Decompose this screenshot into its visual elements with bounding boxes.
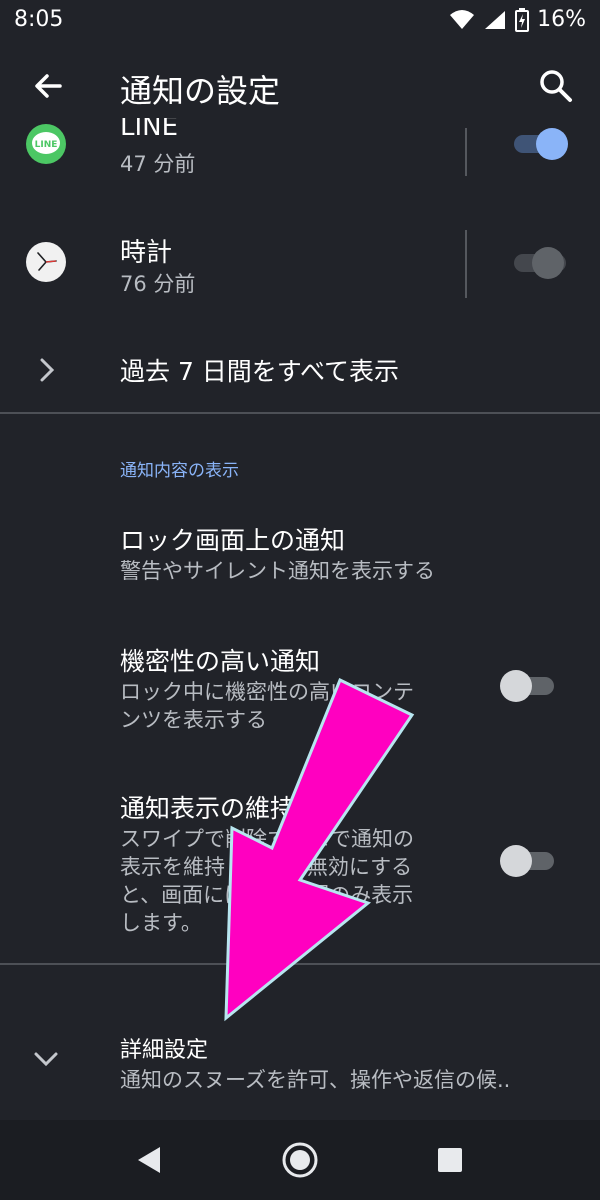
sensitive-notifications-pref[interactable]: 機密性の高い通知 ロック中に機密性の高いコンテ ンツを表示する bbox=[0, 630, 600, 740]
signal-icon bbox=[485, 10, 506, 29]
summary-line: と、画面には一定時間のみ表示 bbox=[120, 883, 414, 907]
pref-title: 詳細設定 bbox=[120, 1038, 209, 1063]
divider bbox=[0, 412, 600, 414]
navigation-bar bbox=[0, 1120, 600, 1200]
see-all-row[interactable]: 過去 7 日間をすべて表示 bbox=[0, 330, 600, 410]
page-title: 通知の設定 bbox=[120, 72, 281, 110]
sensitive-toggle-switch[interactable] bbox=[500, 670, 556, 702]
pref-summary: スワイプで削除するまで通知の 表示を維持します。無効にする と、画面には一定時間… bbox=[120, 825, 414, 937]
advanced-settings-row[interactable]: 詳細設定 通知のスヌーズを許可、操作や返信の候.. bbox=[0, 1020, 600, 1110]
keep-display-pref[interactable]: 通知表示の維持 スワイプで削除するまで通知の 表示を維持します。無効にする と、… bbox=[0, 785, 600, 945]
summary-line: 表示を維持します。無効にする bbox=[120, 855, 413, 879]
nav-home-icon[interactable] bbox=[281, 1141, 319, 1179]
pref-summary: 警告やサイレント通知を表示する bbox=[120, 559, 435, 583]
status-time: 8:05 bbox=[14, 7, 64, 32]
line-logo-icon: LINE bbox=[26, 124, 66, 164]
see-all-label: 過去 7 日間をすべて表示 bbox=[120, 357, 400, 386]
nav-back-icon[interactable] bbox=[134, 1144, 164, 1176]
back-arrow-icon[interactable] bbox=[28, 66, 68, 106]
chevron-down-icon bbox=[34, 1052, 58, 1067]
lock-screen-pref[interactable]: ロック画面上の通知 警告やサイレント通知を表示する bbox=[0, 505, 600, 595]
line-logo-text: LINE bbox=[35, 140, 58, 150]
pref-title: 通知表示の維持 bbox=[120, 794, 296, 823]
status-icons: 16% bbox=[449, 7, 586, 32]
app-bar-foreground: 通知の設定 bbox=[0, 42, 600, 118]
line-logo-glyph: LINE bbox=[32, 132, 60, 154]
chevron-right-icon bbox=[40, 358, 55, 382]
clock-hands-icon bbox=[37, 252, 57, 271]
row-divider bbox=[465, 128, 467, 176]
pref-summary: ロック中に機密性の高いコンテ ンツを表示する bbox=[120, 678, 414, 734]
app-toggle-switch[interactable] bbox=[512, 128, 568, 160]
app-row-clock[interactable]: 時計 76 分前 bbox=[0, 204, 600, 324]
nav-recents-icon[interactable] bbox=[437, 1147, 463, 1173]
pref-title: ロック画面上の通知 bbox=[120, 526, 346, 555]
pref-title: 機密性の高い通知 bbox=[120, 647, 321, 676]
summary-line: ンツを表示する bbox=[120, 708, 267, 732]
pref-summary: 通知のスヌーズを許可、操作や返信の候.. bbox=[120, 1068, 511, 1092]
divider bbox=[0, 963, 600, 965]
summary-line: します。 bbox=[120, 911, 202, 935]
wifi-icon bbox=[450, 9, 475, 29]
summary-line: スワイプで削除するまで通知の bbox=[120, 827, 414, 851]
app-name: 時計 bbox=[120, 238, 173, 268]
status-bar: 8:05 16% bbox=[0, 0, 600, 42]
section-header: 通知内容の表示 bbox=[120, 461, 239, 481]
battery-icon bbox=[515, 7, 530, 32]
app-last-notified: 76 分前 bbox=[120, 272, 196, 296]
clock-icon bbox=[26, 242, 66, 282]
battery-percent: 16% bbox=[537, 7, 586, 32]
app-toggle-switch[interactable] bbox=[512, 247, 568, 279]
search-icon[interactable] bbox=[536, 66, 576, 106]
app-last-notified: 47 分前 bbox=[120, 152, 196, 176]
summary-line: ロック中に機密性の高いコンテ bbox=[120, 680, 414, 704]
keep-display-toggle-switch[interactable] bbox=[500, 845, 556, 877]
row-divider bbox=[465, 230, 467, 298]
